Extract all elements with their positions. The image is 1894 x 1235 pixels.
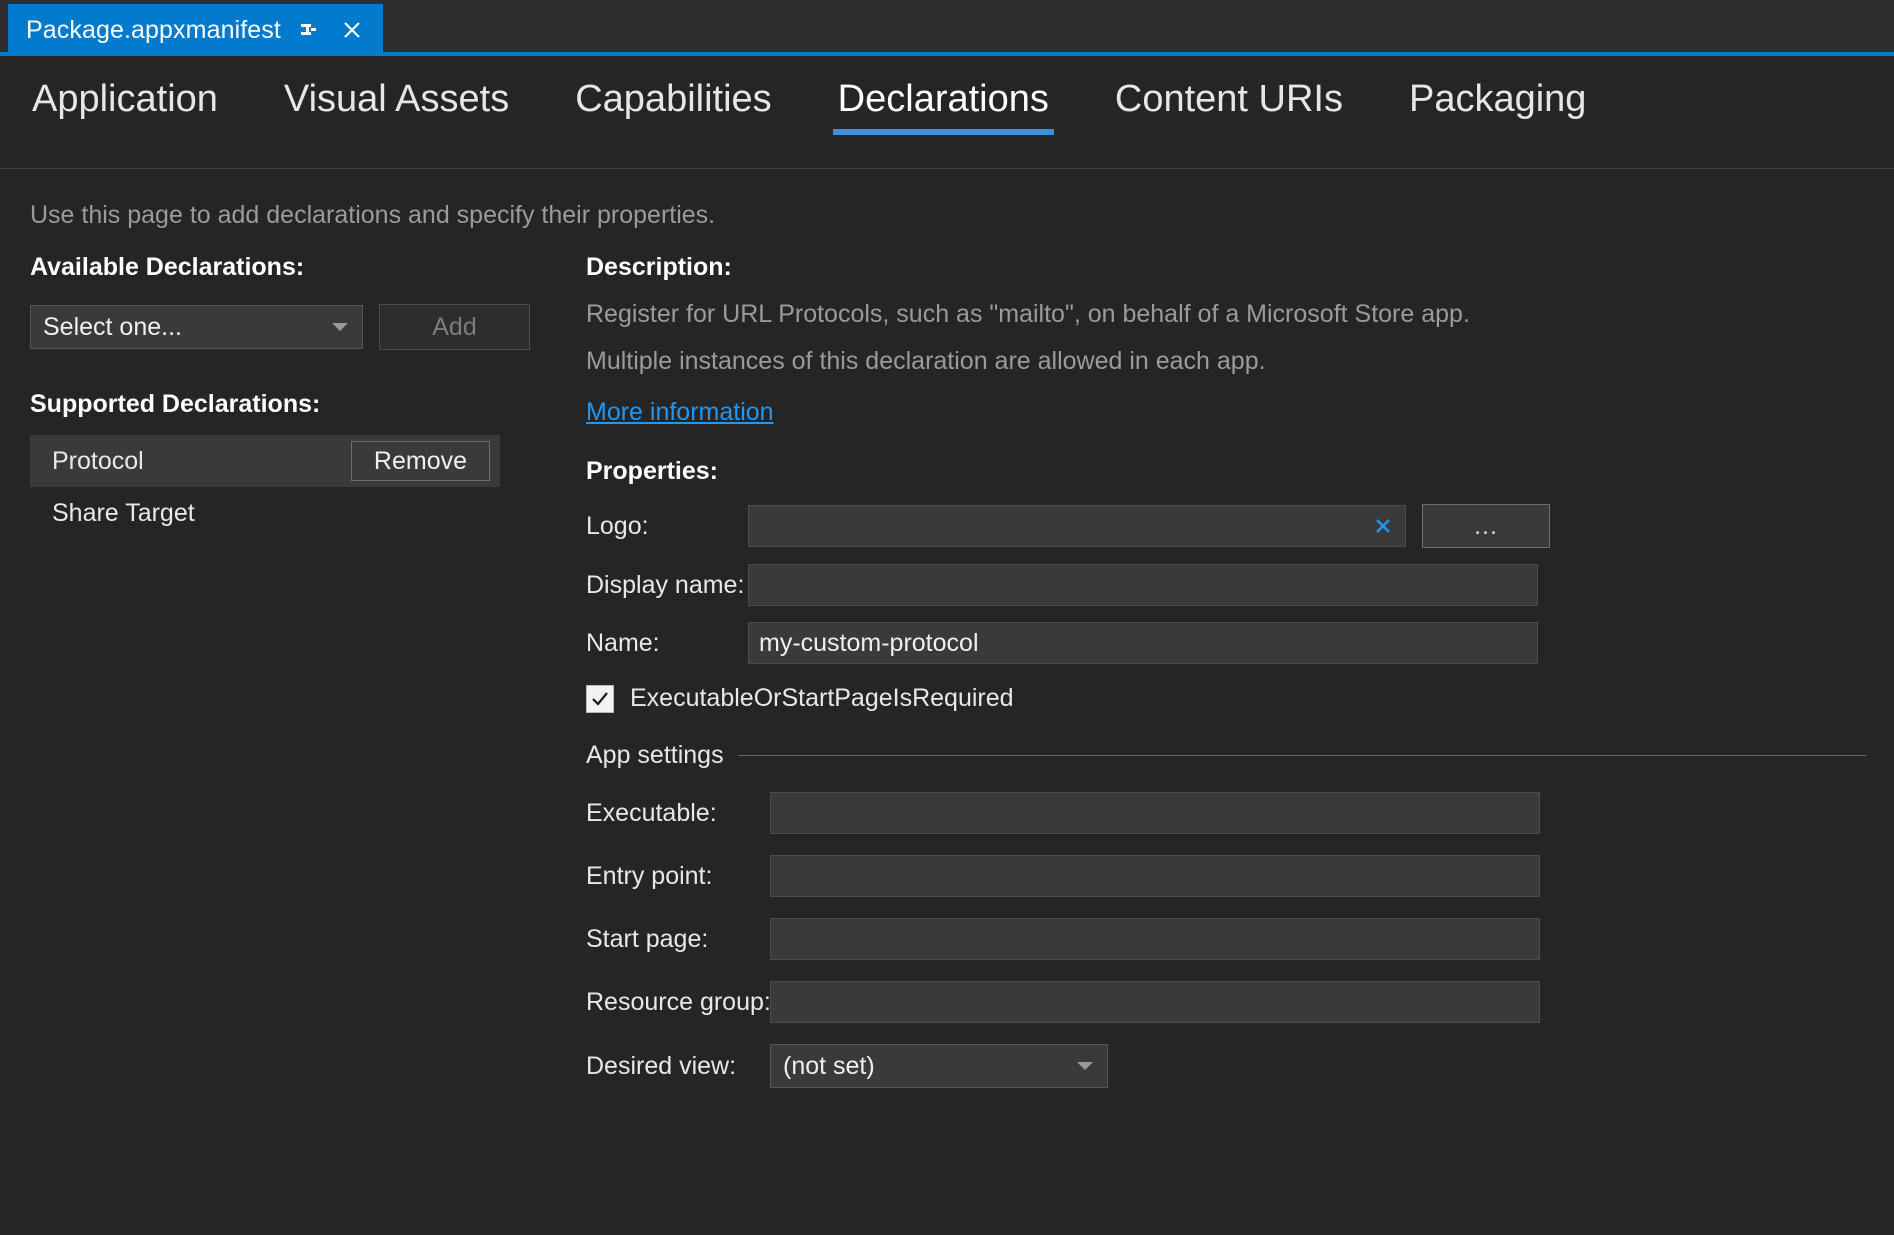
description-label: Description: — [586, 253, 1866, 282]
entry-point-input[interactable] — [770, 855, 1540, 897]
desired-view-select[interactable]: (not set) — [770, 1044, 1108, 1088]
chevron-down-icon — [1077, 1062, 1093, 1070]
executable-required-checkbox[interactable] — [586, 685, 614, 713]
name-value: my-custom-protocol — [759, 629, 979, 658]
desired-view-value: (not set) — [783, 1052, 875, 1081]
tab-content-uris[interactable]: Content URIs — [1082, 78, 1376, 135]
executable-required-label: ExecutableOrStartPageIsRequired — [630, 684, 1014, 713]
available-declarations-row: Select one... Add — [30, 304, 530, 350]
display-name-row: Display name: — [586, 564, 1866, 606]
desired-view-row: Desired view: (not set) — [586, 1044, 1866, 1088]
tab-packaging[interactable]: Packaging — [1376, 78, 1619, 135]
add-declaration-button[interactable]: Add — [379, 304, 530, 350]
tab-capabilities-label: Capabilities — [575, 78, 771, 120]
supported-declarations-label: Supported Declarations: — [30, 390, 530, 419]
tab-content-uris-label: Content URIs — [1115, 78, 1343, 120]
resource-group-input[interactable] — [770, 981, 1540, 1023]
chevron-down-icon — [332, 323, 348, 331]
clear-x-icon[interactable] — [1371, 514, 1395, 538]
executable-input[interactable] — [770, 792, 1540, 834]
document-tab-package-appxmanifest[interactable]: Package.appxmanifest — [8, 4, 383, 56]
logo-browse-button[interactable]: ... — [1422, 504, 1550, 548]
tab-application[interactable]: Application — [18, 78, 251, 135]
executable-required-row[interactable]: ExecutableOrStartPageIsRequired — [586, 684, 1866, 713]
list-item-share-target[interactable]: Share Target — [30, 487, 500, 539]
available-declarations-select[interactable]: Select one... — [30, 305, 363, 349]
available-declarations-value: Select one... — [43, 313, 182, 342]
executable-row: Executable: — [586, 792, 1866, 834]
remove-declaration-button[interactable]: Remove — [351, 441, 490, 481]
checkmark-icon — [590, 689, 610, 709]
display-name-label: Display name: — [586, 571, 748, 600]
declarations-left-panel: Available Declarations: Select one... Ad… — [30, 253, 530, 539]
app-settings-title: App settings — [586, 741, 738, 770]
description-line-2: Multiple instances of this declaration a… — [586, 347, 1866, 376]
display-name-input[interactable] — [748, 564, 1538, 606]
list-item-protocol[interactable]: Protocol Remove — [30, 435, 500, 487]
pin-icon[interactable] — [291, 13, 325, 47]
logo-browse-label: ... — [1474, 512, 1498, 541]
document-tab-title: Package.appxmanifest — [26, 16, 281, 45]
declarations-page: Use this page to add declarations and sp… — [0, 169, 1894, 1235]
list-item-share-target-label: Share Target — [52, 499, 195, 528]
desired-view-label: Desired view: — [586, 1052, 770, 1081]
name-input[interactable]: my-custom-protocol — [748, 622, 1538, 664]
entry-point-label: Entry point: — [586, 862, 770, 891]
document-tab-strip: Package.appxmanifest — [0, 0, 1894, 56]
more-information-link[interactable]: More information — [586, 398, 774, 427]
declarations-right-panel: Description: Register for URL Protocols,… — [586, 253, 1866, 1088]
logo-label: Logo: — [586, 512, 748, 541]
tab-declarations[interactable]: Declarations — [805, 78, 1082, 135]
resource-group-label: Resource group: — [586, 988, 770, 1017]
supported-declarations-list: Protocol Remove Share Target — [30, 435, 500, 539]
list-item-protocol-label: Protocol — [52, 447, 144, 476]
resource-group-row: Resource group: — [586, 981, 1866, 1023]
executable-label: Executable: — [586, 799, 770, 828]
remove-declaration-label: Remove — [374, 447, 467, 476]
start-page-label: Start page: — [586, 925, 770, 954]
name-label: Name: — [586, 629, 748, 658]
properties-label: Properties: — [586, 457, 1866, 486]
app-settings-form: Executable: Entry point: Start page: — [586, 792, 1866, 1088]
available-declarations-label: Available Declarations: — [30, 253, 530, 282]
tab-declarations-label: Declarations — [838, 78, 1049, 120]
logo-input[interactable] — [748, 505, 1406, 547]
add-declaration-label: Add — [432, 313, 476, 342]
properties-form: Logo: ... Display name: — [586, 504, 1866, 1088]
start-page-input[interactable] — [770, 918, 1540, 960]
app-settings-rule — [738, 755, 1866, 756]
page-hint: Use this page to add declarations and sp… — [30, 201, 715, 230]
tab-visual-assets-label: Visual Assets — [284, 78, 509, 120]
logo-row: Logo: ... — [586, 504, 1866, 548]
manifest-page-tabs: Application Visual Assets Capabilities D… — [0, 56, 1894, 168]
tab-application-label: Application — [32, 78, 218, 120]
name-row: Name: my-custom-protocol — [586, 622, 1866, 664]
entry-point-row: Entry point: — [586, 855, 1866, 897]
close-icon[interactable] — [335, 13, 369, 47]
description-line-1: Register for URL Protocols, such as "mai… — [586, 300, 1866, 329]
tab-capabilities[interactable]: Capabilities — [542, 78, 804, 135]
start-page-row: Start page: — [586, 918, 1866, 960]
tab-packaging-label: Packaging — [1409, 78, 1586, 120]
app-settings-groupbox-header: App settings — [586, 741, 1866, 770]
tab-visual-assets[interactable]: Visual Assets — [251, 78, 542, 135]
